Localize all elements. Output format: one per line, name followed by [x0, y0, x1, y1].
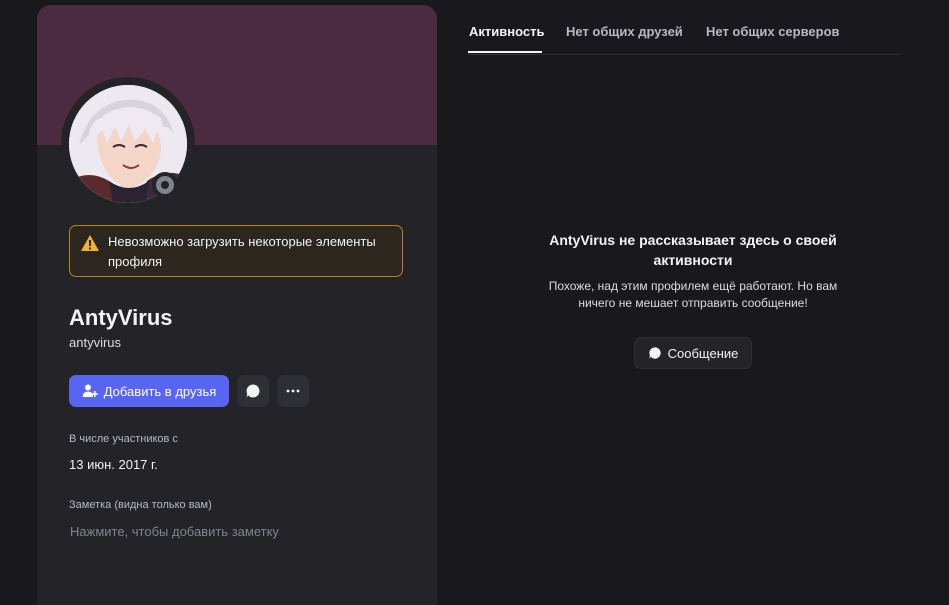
activity-empty-description: Похоже, над этим профилем ещё работают. … — [468, 278, 918, 312]
profile-card: Невозможно загрузить некоторые элементы … — [37, 5, 437, 605]
warning-icon — [81, 235, 99, 251]
send-message-label: Сообщение — [667, 345, 739, 361]
activity-empty-description-text: Похоже, над этим профилем ещё работают. … — [548, 279, 838, 310]
add-friend-icon — [82, 384, 98, 397]
username: antyvirus — [69, 335, 122, 350]
active-tab-indicator — [468, 51, 542, 53]
activity-empty-title: AntyVirus не рассказывает здесь о своей … — [468, 230, 918, 270]
tab-activity[interactable]: Активность — [469, 24, 544, 39]
add-friend-label: Добавить в друзья — [103, 383, 217, 399]
message-button[interactable] — [237, 375, 269, 407]
note-label: Заметка (видна только вам) — [69, 499, 212, 511]
tab-mutual-friends-label: Нет общих друзей — [566, 24, 683, 39]
more-options-button[interactable] — [277, 375, 309, 407]
member-since-label: В числе участников с — [69, 433, 178, 445]
tab-mutual-servers[interactable]: Нет общих серверов — [706, 24, 840, 39]
add-friend-button[interactable]: Добавить в друзья — [69, 375, 229, 407]
ellipsis-icon — [286, 389, 300, 393]
member-since-date: 13 июн. 2017 г. — [69, 457, 158, 472]
note-input[interactable]: Нажмите, чтобы добавить заметку — [70, 524, 279, 539]
tab-mutual-servers-label: Нет общих серверов — [706, 24, 840, 39]
display-name: AntyVirus — [69, 305, 173, 330]
profile-tabs: Активность Нет общих друзей Нет общих се… — [468, 0, 901, 55]
tab-activity-label: Активность — [469, 24, 545, 39]
chat-bubble-icon — [648, 347, 661, 359]
send-message-button[interactable]: Сообщение — [634, 337, 752, 369]
status-offline-icon — [152, 172, 178, 198]
warning-text: Невозможно загрузить некоторые элементы … — [108, 234, 376, 269]
tab-mutual-friends[interactable]: Нет общих друзей — [566, 24, 683, 39]
activity-empty-title-text: AntyVirus не рассказывает здесь о своей … — [549, 232, 837, 268]
profile-load-warning: Невозможно загрузить некоторые элементы … — [69, 225, 403, 277]
avatar[interactable] — [61, 77, 195, 211]
chat-bubble-icon — [246, 384, 260, 398]
